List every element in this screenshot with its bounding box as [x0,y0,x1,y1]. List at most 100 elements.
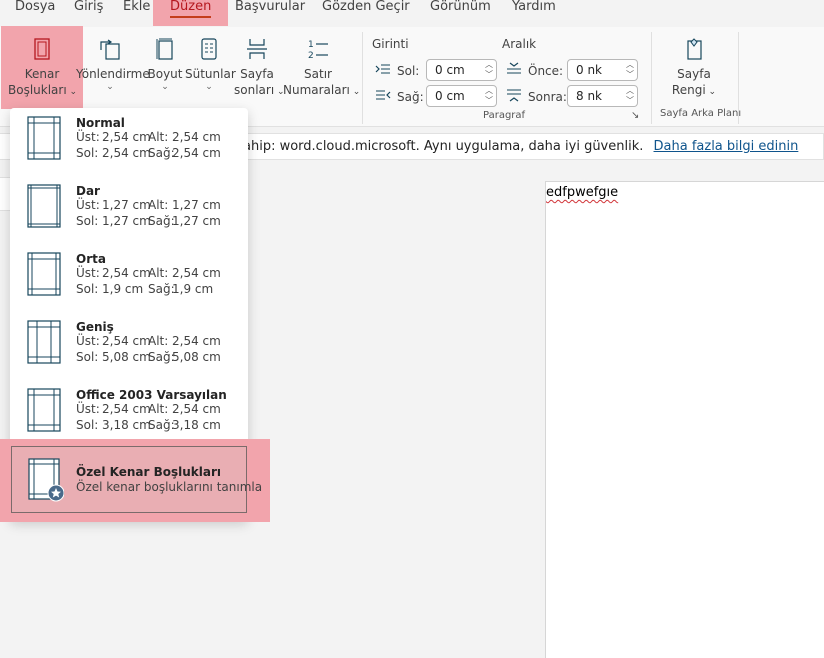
learn-more-link[interactable]: Daha fazla bilgi edinin [654,139,799,154]
top-value: 2,54 cm [102,130,151,144]
right-value: 5,08 cm [172,350,221,364]
notification-text: ahip: word.cloud.microsoft. Aynı uygulam… [243,139,644,154]
page-color-label-2: Rengi [671,83,706,97]
ribbon-divider [738,32,739,124]
spin-arrows-icon[interactable]: ︿ ﹀ [485,60,493,80]
indent-left-icon [375,64,390,74]
ribbon-divider [651,32,652,124]
menu-duzen[interactable]: Düzen [153,0,229,26]
left-label: Sol: [76,350,99,364]
menu-dosya[interactable]: Dosya [15,0,55,27]
page-color-icon [687,38,702,60]
line-numbers-button[interactable]: 1 2 Satır Numaraları ⌄ [283,38,360,100]
chevron-down-icon: ⌄ [205,82,213,92]
space-after-input[interactable]: 8 nk ︿ ﹀ [567,85,638,107]
bottom-value: 1,27 cm [172,198,221,212]
indent-header: Girinti [372,37,409,51]
left-value: 1,9 cm [102,282,144,296]
option-name: Dar [76,184,100,198]
margin-option-orta[interactable]: Orta Üst: 2,54 cm Alt: 2,54 cm Sol: 1,9 … [10,244,248,312]
spin-arrows-icon[interactable]: ︿ ﹀ [485,86,493,106]
right-label: Sağ: [148,214,175,228]
notification-bar: ahip: word.cloud.microsoft. Aynı uygulam… [230,133,824,160]
svg-text:1: 1 [308,40,314,50]
bottom-label: Alt: [148,402,169,416]
menu-giris[interactable]: Giriş [74,0,103,27]
ribbon-divider [362,32,363,124]
right-label: Sağ: [148,350,175,364]
orientation-label: Yönlendirme [76,67,150,81]
breaks-label-2: sonları [234,83,275,97]
indent-left-input[interactable]: 0 cm ︿ ﹀ [426,59,497,81]
right-value: 1,27 cm [172,214,221,228]
linenum-label-1: Satır [304,67,332,81]
top-label: Üst: [76,130,100,144]
margin-option-dar[interactable]: Dar Üst: 1,27 cm Alt: 1,27 cm Sol: 1,27 … [10,176,248,244]
left-value: 2,54 cm [102,146,151,160]
margin-option-normal[interactable]: Normal Üst: 2,54 cm Alt: 2,54 cm Sol: 2,… [10,108,248,176]
paragraph-group-label: Paragraf [483,110,526,121]
margins-label-1: Kenar [24,67,60,81]
document-text[interactable]: edfpwefgıe [546,185,618,200]
space-before-label: Önce: [528,64,564,78]
right-label: Sağ: [148,418,175,432]
page-color-label-1: Sayfa [677,67,711,81]
right-value: 1,9 cm [172,282,214,296]
top-label: Üst: [76,402,100,416]
right-label: Sağ: [148,282,175,296]
breaks-label-1: Sayfa [240,67,274,81]
size-button[interactable]: Boyut ⌄ [146,38,184,92]
menu-gozden-gecir[interactable]: Gözden Geçir [322,0,410,27]
margin-preview-icon [27,184,61,228]
margin-preview-icon [27,252,61,296]
columns-button[interactable]: Sütunlar ⌄ [185,38,236,92]
custom-margins-desc: Özel kenar boşluklarını tanımla [76,480,263,494]
bottom-value: 2,54 cm [172,130,221,144]
dialog-launcher-icon[interactable]: ↘ [631,110,639,121]
margin-preview-icon [27,320,61,364]
spacing-header: Aralık [502,37,537,51]
margin-preview-icon [27,116,61,160]
space-before-icon [507,62,521,74]
custom-margins-option[interactable]: Özel Kenar Boşlukları Özel kenar boşlukl… [11,446,262,513]
custom-margins-name: Özel Kenar Boşlukları [76,465,221,479]
margin-option-genis[interactable]: Geniş Üst: 2,54 cm Alt: 2,54 cm Sol: 5,0… [10,312,248,380]
right-label: Sağ: [148,146,175,160]
orientation-button[interactable]: Yönlendirme ⌄ [76,38,150,92]
page-break-icon [247,39,267,59]
columns-icon [201,38,217,60]
indent-left-label: Sol: [397,64,420,78]
bottom-value: 2,54 cm [172,266,221,280]
menu-ekle[interactable]: Ekle [123,0,150,27]
page-color-button[interactable]: Sayfa Rengi ⌄ [664,38,724,100]
menu-yardim[interactable]: Yardım [512,0,556,27]
menu-gorunum[interactable]: Görünüm [430,0,491,27]
top-value: 1,27 cm [102,198,151,212]
margins-label-2: Boşlukları [8,83,67,97]
menu-duzen-label: Düzen [170,0,212,18]
space-before-input[interactable]: 0 nk ︿ ﹀ [567,59,638,81]
chevron-down-icon: ⌄ [705,87,717,97]
menu-basvurular[interactable]: Başvurular [235,0,305,27]
bottom-label: Alt: [148,266,169,280]
page-background-group-label: Sayfa Arka Planı [660,108,742,119]
spin-arrows-icon[interactable]: ︿ ﹀ [626,86,634,106]
spin-arrows-icon[interactable]: ︿ ﹀ [626,60,634,80]
option-name: Normal [76,116,125,130]
left-label: Sol: [76,146,99,160]
margin-option-office-2003[interactable]: Office 2003 Varsayılan Üst: 2,54 cm Alt:… [10,380,248,448]
left-label: Sol: [76,282,99,296]
chevron-down-icon: ⌄ [349,87,361,97]
option-name: Orta [76,252,106,266]
breaks-button[interactable]: Sayfa sonları ⌄ [234,38,285,100]
custom-margins-icon [28,458,64,502]
indent-right-input[interactable]: 0 cm ︿ ﹀ [426,85,497,107]
left-value: 3,18 cm [102,418,151,432]
top-value: 2,54 cm [102,402,151,416]
top-value: 2,54 cm [102,334,151,348]
indent-right-icon [376,90,391,100]
margins-button[interactable]: Kenar Boşlukları ⌄ [8,38,77,100]
option-name: Office 2003 Varsayılan [76,388,227,402]
indent-right-label: Sağ: [397,90,424,104]
document-page[interactable]: edfpwefgıe [545,181,824,658]
